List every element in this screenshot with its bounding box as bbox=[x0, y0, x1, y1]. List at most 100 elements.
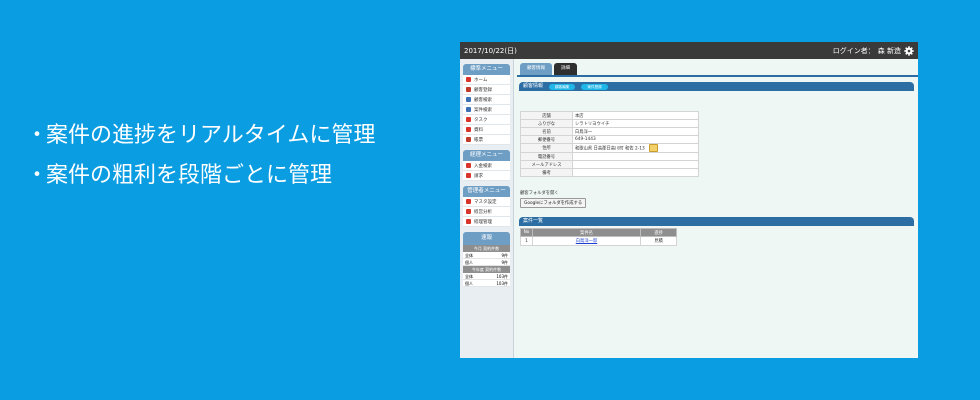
sidebar-item[interactable]: ホーム bbox=[463, 75, 510, 85]
create-google-folder-button[interactable]: Googleにフォルダを作成する bbox=[520, 198, 587, 208]
tab-customer-info[interactable]: 顧客情報 bbox=[520, 63, 552, 75]
feature-bullets: ・案件の進捗をリアルタイムに管理 ・案件の粗利を段階ごとに管理 bbox=[26, 116, 375, 196]
task-icon bbox=[466, 117, 471, 122]
column-header-status: 進捗 bbox=[640, 228, 677, 237]
app-screenshot: 2017/10/22(日) ログイン者： 森 新造 標準メニュー ホーム 顧客登録顧… bbox=[460, 42, 918, 358]
main-content: 顧客情報 詳細 顧客情報 顧客編集 案件登録 店舗 本店 ふりがな シラトリヨウイチ名… bbox=[517, 59, 918, 358]
form-icon bbox=[466, 137, 471, 142]
field-label: ふりがな bbox=[520, 119, 573, 128]
column-header-case-name: 案件名 bbox=[532, 228, 641, 237]
field-value: 649-1443 bbox=[575, 137, 596, 142]
stats-row: 個人 9件 bbox=[463, 259, 510, 266]
gear-icon[interactable] bbox=[904, 45, 914, 56]
customer-register-icon bbox=[466, 87, 471, 92]
table-row: 1 白鳥洋一邸 見積 bbox=[520, 236, 677, 246]
sidebar-item-label: マスタ設定 bbox=[474, 199, 497, 205]
menu-block: 経理メニュー入金検索請求 bbox=[463, 150, 510, 181]
edit-customer-button[interactable]: 顧客編集 bbox=[549, 83, 576, 90]
map-icon[interactable] bbox=[648, 144, 658, 152]
current-date: 2017/10/22(日) bbox=[464, 46, 517, 55]
master-settings-icon bbox=[466, 199, 471, 204]
invoice-icon bbox=[466, 173, 471, 178]
sidebar-item-label: 経理管理 bbox=[474, 219, 492, 225]
sidebar-item[interactable]: 経営分析 bbox=[463, 207, 510, 217]
sidebar-item[interactable]: 入金検索 bbox=[463, 161, 510, 171]
sidebar-item-label: 顧客検索 bbox=[474, 97, 492, 103]
menu-block: 標準メニューホーム顧客登録顧客検索案件検索タスク資料帳票 bbox=[463, 64, 510, 145]
field-value: 和歌山県 日高郡日高川町 和佐 2-13 bbox=[575, 146, 645, 152]
field-label: 郵便番号 bbox=[520, 135, 573, 144]
top-bar: 2017/10/22(日) ログイン者： 森 新造 bbox=[460, 42, 918, 59]
customer-search-icon bbox=[466, 97, 471, 102]
sidebar-item[interactable]: 経理管理 bbox=[463, 217, 510, 227]
field-label: 名前 bbox=[520, 127, 573, 136]
sidebar-item[interactable]: タスク bbox=[463, 115, 510, 125]
field-label: 備考 bbox=[520, 168, 573, 177]
sidebar-item[interactable]: 帳票 bbox=[463, 135, 510, 145]
field-label: 電話番号 bbox=[520, 152, 573, 161]
field-label: 店舗 bbox=[520, 111, 573, 120]
menu-title: 経理メニュー bbox=[463, 150, 510, 161]
payment-search-icon bbox=[466, 163, 471, 168]
folder-link-label: 顧客フォルダを開く bbox=[520, 191, 559, 196]
column-header-no: No bbox=[520, 228, 533, 237]
info-row: メールアドレス bbox=[520, 160, 699, 169]
info-row: 店舗 本店 bbox=[520, 111, 699, 120]
info-row: 住所 和歌山県 日高郡日高川町 和佐 2-13 bbox=[520, 143, 699, 153]
customer-section-header: 顧客情報 顧客編集 案件登録 bbox=[519, 82, 914, 91]
stats-row: 個人 103件 bbox=[463, 280, 510, 287]
menu-title: 標準メニュー bbox=[463, 64, 510, 75]
customer-info-table: 店舗 本店 ふりがな シラトリヨウイチ 名前 白鳥洋一 郵便番号 649-1443 住所 和歌山県… bbox=[520, 111, 699, 177]
tab-details[interactable]: 詳細 bbox=[554, 63, 577, 75]
menu-title: 管理者メニュー bbox=[463, 186, 510, 197]
field-label: 住所 bbox=[520, 143, 573, 153]
sidebar-item[interactable]: 顧客検索 bbox=[463, 95, 510, 105]
case-name-link[interactable]: 白鳥洋一邸 bbox=[576, 239, 597, 244]
menu-block: 管理者メニューマスタ設定経営分析経理管理 bbox=[463, 186, 510, 227]
field-label: メールアドレス bbox=[520, 160, 573, 169]
sidebar-item-label: 経営分析 bbox=[474, 209, 492, 215]
info-row: 電話番号 bbox=[520, 152, 699, 161]
sidebar-item[interactable]: 資料 bbox=[463, 125, 510, 135]
case-list-table: No 案件名 進捗 1 白鳥洋一邸 見積 bbox=[520, 228, 677, 246]
info-row: 備考 bbox=[520, 168, 699, 177]
sidebar-item-label: 帳票 bbox=[474, 137, 483, 143]
customer-section-title: 顧客情報 bbox=[523, 83, 544, 89]
new-case-button[interactable]: 案件登録 bbox=[581, 83, 608, 90]
stats-panel: 速報 今月 契約件数 全体 9件 個人 9件 今年度 契約件数 全体 103件 個人 1… bbox=[463, 232, 510, 287]
tab-bar: 顧客情報 詳細 bbox=[520, 63, 577, 75]
user-name: 森 新造 bbox=[877, 46, 901, 55]
sidebar-item-label: 顧客登録 bbox=[474, 87, 492, 93]
stats-row: 全体 9件 bbox=[463, 252, 510, 259]
folder-icon bbox=[466, 127, 471, 132]
info-row: 名前 白鳥洋一 bbox=[520, 127, 699, 136]
sidebar-item[interactable]: マスタ設定 bbox=[463, 197, 510, 207]
sidebar: 標準メニューホーム顧客登録顧客検索案件検索タスク資料帳票経理メニュー入金検索請求… bbox=[460, 59, 514, 358]
sidebar-item[interactable]: 顧客登録 bbox=[463, 85, 510, 95]
sidebar-item-label: タスク bbox=[474, 117, 488, 123]
case-no: 1 bbox=[520, 236, 533, 246]
login-label: ログイン者： bbox=[832, 46, 875, 55]
field-value: 本店 bbox=[575, 113, 584, 119]
case-search-icon bbox=[466, 107, 471, 112]
sidebar-item-label: 入金検索 bbox=[474, 163, 492, 169]
case-status: 見積 bbox=[640, 236, 677, 246]
accounting-icon bbox=[466, 219, 471, 224]
analysis-icon bbox=[466, 209, 471, 214]
case-list-header: 案件一覧 bbox=[519, 217, 914, 226]
home-icon bbox=[466, 77, 471, 82]
stats-subtitle: 今月 契約件数 bbox=[463, 245, 510, 252]
sidebar-item[interactable]: 請求 bbox=[463, 171, 510, 181]
feature-bullet: ・案件の粗利を段階ごとに管理 bbox=[26, 163, 333, 188]
stats-title: 速報 bbox=[463, 232, 510, 245]
stats-row: 全体 103件 bbox=[463, 273, 510, 280]
info-row: ふりがな シラトリヨウイチ bbox=[520, 119, 699, 128]
stats-subtitle: 今年度 契約件数 bbox=[463, 266, 510, 273]
field-value: シラトリヨウイチ bbox=[575, 121, 610, 127]
sidebar-item-label: 資料 bbox=[474, 127, 483, 133]
sidebar-item-label: ホーム bbox=[474, 77, 488, 83]
field-value: 白鳥洋一 bbox=[575, 129, 593, 135]
feature-bullet: ・案件の進捗をリアルタイムに管理 bbox=[26, 123, 376, 148]
tab-underline bbox=[517, 75, 918, 77]
sidebar-item[interactable]: 案件検索 bbox=[463, 105, 510, 115]
